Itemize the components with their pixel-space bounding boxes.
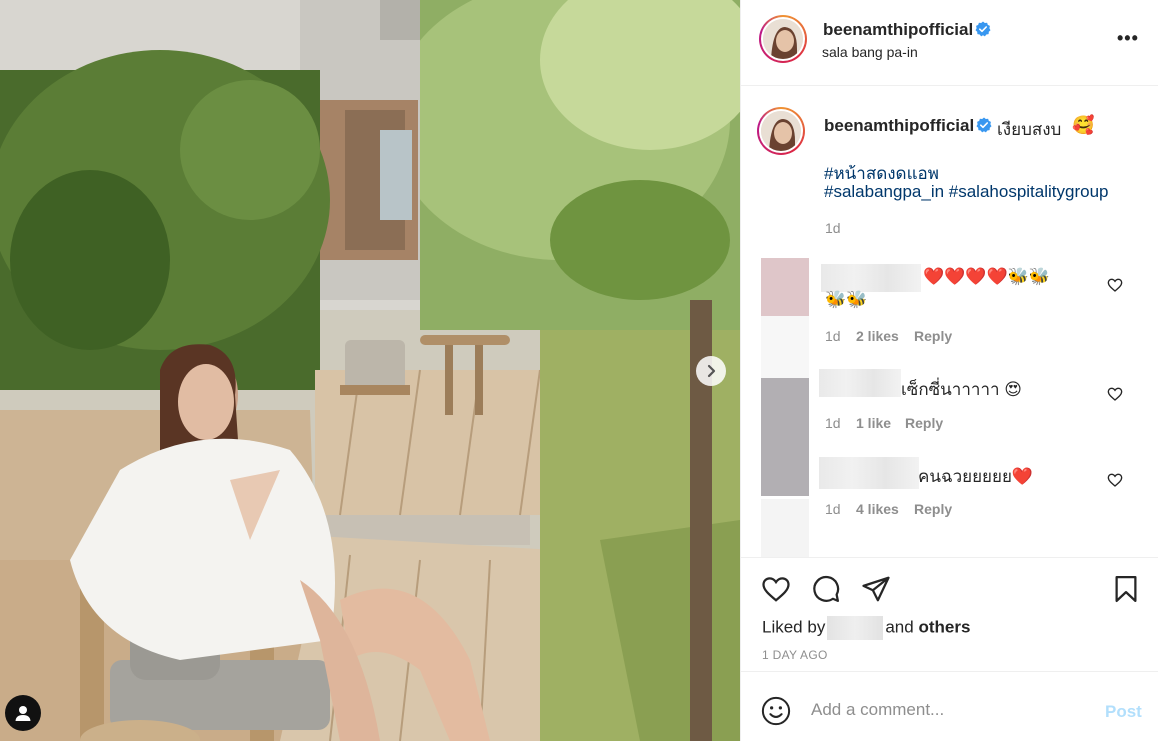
comment-text: ❤️❤️❤️❤️🐝🐝: [923, 267, 1051, 286]
caption-avatar[interactable]: [757, 107, 805, 155]
comment-reply-button[interactable]: Reply: [905, 415, 943, 431]
post-location[interactable]: sala bang pa-in: [822, 44, 918, 60]
avatar-photo: [761, 111, 801, 151]
comment-text: 🐝🐝: [825, 290, 868, 309]
comment-time: 1d: [825, 415, 841, 431]
commenter-avatar-shadow: [761, 316, 809, 378]
commenter-avatar[interactable]: [761, 378, 809, 496]
author-avatar[interactable]: [759, 15, 807, 63]
liked-by-label: Liked by: [762, 617, 826, 637]
post-image: [0, 0, 740, 741]
comment-text: เซ็กซี่นาาาาา 😍: [901, 380, 1022, 399]
commenter-avatar[interactable]: [761, 258, 809, 316]
redacted-username: [821, 264, 921, 292]
liked-by-others-link[interactable]: others: [918, 617, 970, 636]
add-comment-bar: Post: [741, 671, 1158, 741]
redacted-username: [819, 369, 901, 397]
more-options-icon[interactable]: •••: [1117, 28, 1139, 49]
caption-emoji: 🥰: [1072, 115, 1095, 135]
comment-reply-button[interactable]: Reply: [914, 328, 952, 344]
post-comment-button[interactable]: Post: [1105, 702, 1142, 722]
comment-time: 1d: [825, 501, 841, 517]
post-header: beenamthipofficial sala bang pa-in •••: [741, 0, 1158, 86]
post-photo[interactable]: [0, 0, 740, 741]
likes-summary[interactable]: Liked by and others: [762, 616, 970, 640]
comment-reply-button[interactable]: Reply: [914, 501, 952, 517]
comment-time: 1d: [825, 328, 841, 344]
post-side-panel: beenamthipofficial sala bang pa-in ••• b…: [740, 0, 1158, 741]
comments-section[interactable]: beenamthipofficial เงียบสงบ 🥰 #หน้าสดงดแ…: [741, 87, 1158, 557]
comment-likes[interactable]: 4 likes: [856, 501, 899, 517]
caption-text: เงียบสงบ: [997, 120, 1062, 139]
comment-likes[interactable]: 2 likes: [856, 328, 899, 344]
avatar-photo: [763, 19, 803, 59]
author-username[interactable]: beenamthipofficial: [823, 20, 973, 40]
heart-icon[interactable]: [761, 574, 791, 604]
share-icon[interactable]: [861, 574, 891, 604]
chevron-right-icon: [707, 364, 716, 378]
comment-likes[interactable]: 1 like: [856, 415, 891, 431]
user-tag-icon: [15, 706, 31, 721]
heart-icon[interactable]: [1107, 472, 1123, 488]
bookmark-icon[interactable]: [1111, 574, 1141, 604]
post-timestamp: 1 DAY AGO: [762, 648, 828, 662]
emoji-smile-icon[interactable]: [761, 696, 791, 726]
comment-text: คนฉวยยยยย❤️: [918, 467, 1034, 486]
liked-by-and: and: [885, 617, 914, 637]
next-photo-button[interactable]: [696, 356, 726, 386]
tagged-users-button[interactable]: [5, 695, 41, 731]
redacted-liker: [827, 616, 884, 640]
verified-badge-icon: [975, 21, 991, 37]
caption-username[interactable]: beenamthipofficial: [824, 116, 974, 136]
redacted-username: [819, 457, 919, 489]
commenter-avatar[interactable]: [761, 499, 809, 557]
hashtag-link[interactable]: #salabangpa_in #salahospitalitygroup: [824, 182, 1109, 202]
comment-input[interactable]: [811, 694, 1091, 726]
heart-icon[interactable]: [1107, 386, 1123, 402]
comment-icon[interactable]: [811, 574, 841, 604]
heart-icon[interactable]: [1107, 277, 1123, 293]
post-actions: Liked by and others 1 DAY AGO: [741, 557, 1158, 671]
verified-badge-icon: [976, 117, 992, 133]
caption-time: 1d: [825, 220, 841, 236]
